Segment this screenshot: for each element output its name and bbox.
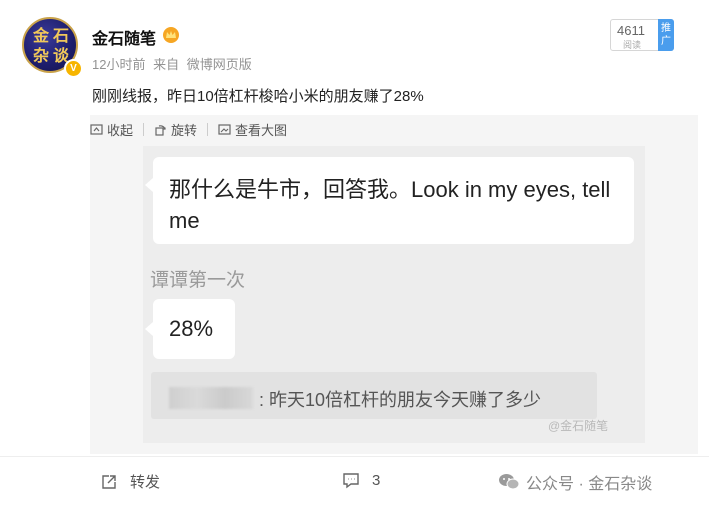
source-prefix: 来自 <box>153 57 180 72</box>
chat-bubble-text: 那什么是牛市，回答我。Look in my eyes, tell me <box>169 177 611 233</box>
avatar-char: 石 <box>53 26 70 45</box>
comment-icon <box>343 473 359 489</box>
chat-sender-name: 谭谭第一次 <box>150 270 246 291</box>
divider <box>143 123 145 136</box>
username[interactable]: 金石随笔 <box>92 25 156 49</box>
wechat-watermark: 公众号 · 金石杂谈 <box>498 470 652 494</box>
wechat-icon <box>499 474 520 490</box>
bubble-tail <box>145 178 153 192</box>
collapse-label: 收起 <box>107 123 134 138</box>
read-count: 4611 <box>617 23 645 38</box>
read-count-label: 阅读 <box>623 40 642 50</box>
read-count-badge: 4611 阅读 推广 <box>610 19 674 51</box>
avatar-char: 金 <box>33 26 50 45</box>
promote-tag[interactable]: 推广 <box>658 19 674 51</box>
chat-bubble: 28% <box>153 299 235 359</box>
view-large-label: 查看大图 <box>235 123 288 138</box>
divider <box>207 123 209 136</box>
wechat-label: 公众号 · 金石杂谈 <box>526 476 653 493</box>
quoted-message: : 昨天10倍杠杆的朋友今天赚了多少 <box>151 372 597 419</box>
repost-label: 转发 <box>130 474 161 491</box>
post-time[interactable]: 12小时前 <box>92 57 145 72</box>
rotate-label: 旋转 <box>171 123 198 138</box>
post-action-bar: 转发 3 公众号 · 金石杂谈 <box>0 456 709 508</box>
blurred-name <box>169 387 253 409</box>
post-text: 刚刚线报，昨日10倍杠杆梭哈小米的朋友赚了28% <box>92 88 424 105</box>
quoted-message-text: : 昨天10倍杠杆的朋友今天赚了多少 <box>259 390 542 410</box>
comment-count: 3 <box>372 471 381 489</box>
chat-bubble: 那什么是牛市，回答我。Look in my eyes, tell me <box>153 157 634 244</box>
view-large-button[interactable]: 查看大图 <box>218 120 287 139</box>
post-source[interactable]: 微博网页版 <box>187 57 252 72</box>
avatar-char: 杂 <box>33 46 50 65</box>
bubble-tail <box>145 322 153 336</box>
rotate-icon <box>155 125 166 136</box>
image-watermark: @金石随笔 <box>548 419 609 433</box>
share-icon <box>102 474 116 489</box>
rotate-button[interactable]: 旋转 <box>154 120 197 139</box>
collapse-button[interactable]: 收起 <box>90 120 133 139</box>
image-icon <box>218 124 231 135</box>
vip-crown-icon <box>163 27 179 43</box>
repost-button[interactable]: 转发 <box>100 471 160 492</box>
verified-icon: V <box>64 59 83 78</box>
chat-bubble-text: 28% <box>169 316 214 341</box>
image-toolbar: 收起 旋转 查看大图 <box>90 120 297 139</box>
post-meta: 12小时前 来自 微博网页版 <box>92 54 256 73</box>
comment-button[interactable]: 3 <box>342 471 380 489</box>
collapse-icon <box>90 124 103 135</box>
